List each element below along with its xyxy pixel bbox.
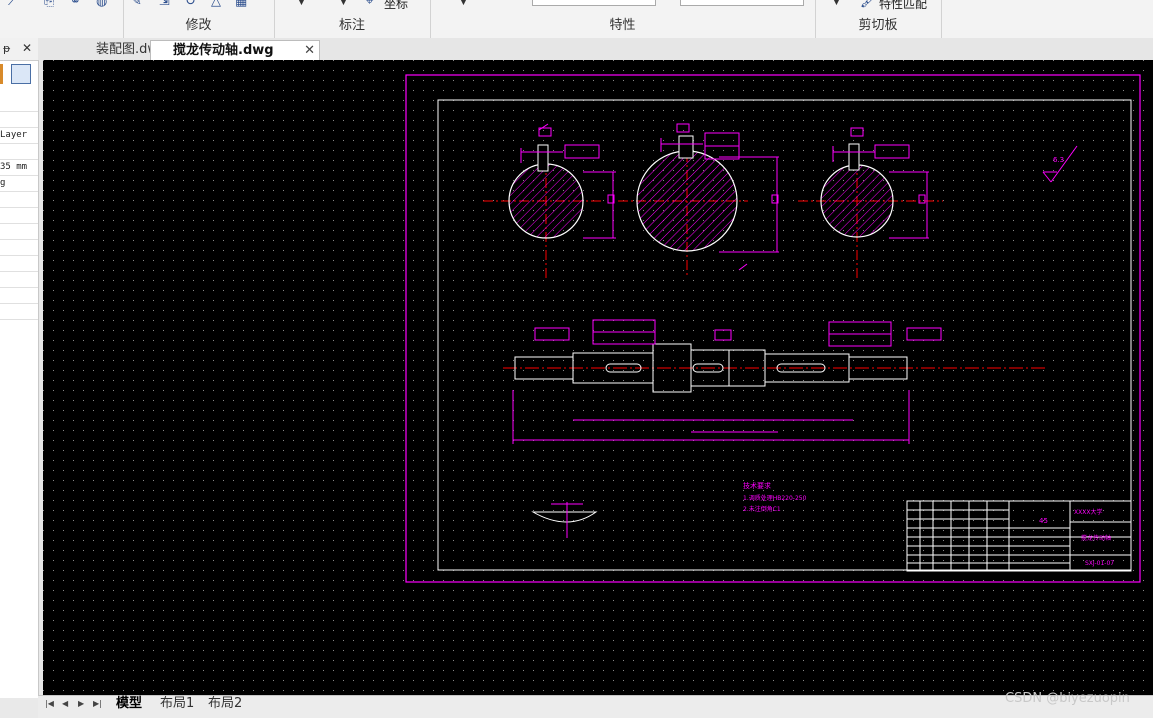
tab-label: 搅龙传动轴.dwg: [173, 43, 274, 58]
material-text: 45: [1039, 517, 1048, 525]
close-icon[interactable]: ✕: [22, 41, 32, 55]
property-row[interactable]: [0, 304, 38, 320]
watermark: CSDN @biyezuopin: [1005, 691, 1130, 706]
notes-line-2: 2.未注倒角C1: [743, 505, 781, 513]
ribbon-group-draw: ⟋ ⎘ ⚭ ◍: [0, 0, 124, 38]
quick-select-button[interactable]: [11, 64, 31, 84]
close-tab-icon[interactable]: ✕: [304, 41, 315, 60]
property-row[interactable]: g: [0, 176, 38, 192]
grid-dots: [43, 60, 1153, 696]
ribbon-group-properties: ▼ 特性: [430, 0, 816, 38]
edit-tool-icon[interactable]: ✎: [131, 0, 147, 9]
prev-layout-icon[interactable]: ◀: [62, 699, 68, 708]
dropdown-arrow-icon[interactable]: ▼: [298, 0, 305, 7]
property-row[interactable]: [0, 208, 38, 224]
ribbon-group-modify: ✎ ⇲ ↻ △ ▦ 修改: [123, 0, 275, 38]
properties-panel: ᵽ ✕ Layer 35 mm g: [0, 38, 39, 698]
next-layout-icon[interactable]: ▶: [78, 699, 84, 708]
dropdown-arrow-icon[interactable]: ▼: [460, 0, 467, 7]
property-row[interactable]: 35 mm: [0, 160, 38, 176]
panel-header: ᵽ ✕: [0, 38, 38, 61]
dropdown-arrow-icon[interactable]: ▼: [340, 0, 347, 7]
group-tool-icon[interactable]: ⚭: [70, 0, 86, 9]
dropdown-arrow-icon[interactable]: ▼: [833, 0, 840, 7]
last-layout-icon[interactable]: ▶|: [93, 699, 102, 708]
school-text: XXXX大学: [1074, 508, 1102, 516]
coordinate-icon[interactable]: ⌖: [366, 0, 382, 9]
linetype-select[interactable]: [680, 0, 804, 6]
property-row[interactable]: [0, 96, 38, 112]
match-properties-icon[interactable]: 🖌: [860, 0, 877, 9]
notes-line-1: 1.调质处理HB220-250: [743, 494, 807, 502]
stretch-tool-icon[interactable]: ⇲: [159, 0, 175, 9]
match-properties-button[interactable]: 特性匹配: [879, 0, 927, 12]
coordinate-button[interactable]: 坐标: [384, 0, 408, 12]
ribbon-group-label: 修改: [185, 18, 212, 33]
property-row[interactable]: [0, 288, 38, 304]
property-row[interactable]: [0, 144, 38, 160]
ribbon-group-clipboard: ▼ 🖌 特性匹配 剪切板: [815, 0, 942, 38]
first-layout-icon[interactable]: |◀: [45, 699, 54, 708]
layout-tab-model[interactable]: 模型: [116, 696, 142, 712]
scale-tool-icon[interactable]: △: [211, 0, 227, 9]
property-row[interactable]: [0, 240, 38, 256]
property-row[interactable]: [0, 272, 38, 288]
property-row[interactable]: [0, 224, 38, 240]
property-row[interactable]: [0, 256, 38, 272]
notes-title: 技术要求: [743, 481, 771, 490]
cad-drawing: 6.3 技术要求 1.调质处理HB220-250 2.未注倒角C1 45 XXX…: [43, 60, 1153, 696]
drawing-number-text: SXJ-01-07: [1085, 560, 1114, 567]
ribbon-group-annotate: ▼ ▼ ⌖ 坐标 标注: [274, 0, 431, 38]
selection-indicator: [0, 64, 3, 84]
rotate-tool-icon[interactable]: ↻: [185, 0, 201, 9]
layout-tab-1[interactable]: 布局1: [160, 696, 194, 712]
pin-icon[interactable]: ᵽ: [3, 42, 10, 55]
sphere-tool-icon[interactable]: ◍: [96, 0, 112, 9]
layout-tabs-bar: |◀ ◀ ▶ ▶| 模型 布局1 布局2: [38, 695, 1153, 718]
property-row[interactable]: [0, 112, 38, 128]
line-tool-icon[interactable]: ⟋: [8, 0, 24, 9]
color-select[interactable]: [532, 0, 656, 6]
roughness-value: 6.3: [1053, 156, 1064, 164]
layout-tab-2[interactable]: 布局2: [208, 696, 242, 712]
drawing-canvas[interactable]: 6.3 技术要求 1.调质处理HB220-250 2.未注倒角C1 45 XXX…: [43, 60, 1153, 696]
property-row[interactable]: Layer: [0, 128, 38, 144]
table-tool-icon[interactable]: ▦: [235, 0, 251, 9]
ribbon: ⟋ ⎘ ⚭ ◍ ✎ ⇲ ↻ △ ▦ 修改 ▼ ▼ ⌖ 坐标 标注 ▼ 特性 ▼ …: [0, 0, 1153, 39]
document-tabs: 装配图.dwg 搅龙传动轴.dwg ✕: [38, 38, 1153, 60]
copy-tool-icon[interactable]: ⎘: [44, 0, 60, 9]
ribbon-group-label: 标注: [338, 18, 365, 33]
ribbon-group-label: 剪切板: [858, 18, 898, 33]
property-row[interactable]: [0, 192, 38, 208]
ribbon-group-label: 特性: [609, 18, 636, 33]
tab-shaft-drawing[interactable]: 搅龙传动轴.dwg ✕: [150, 40, 320, 60]
part-name-text: 搅龙传动轴: [1081, 534, 1111, 542]
